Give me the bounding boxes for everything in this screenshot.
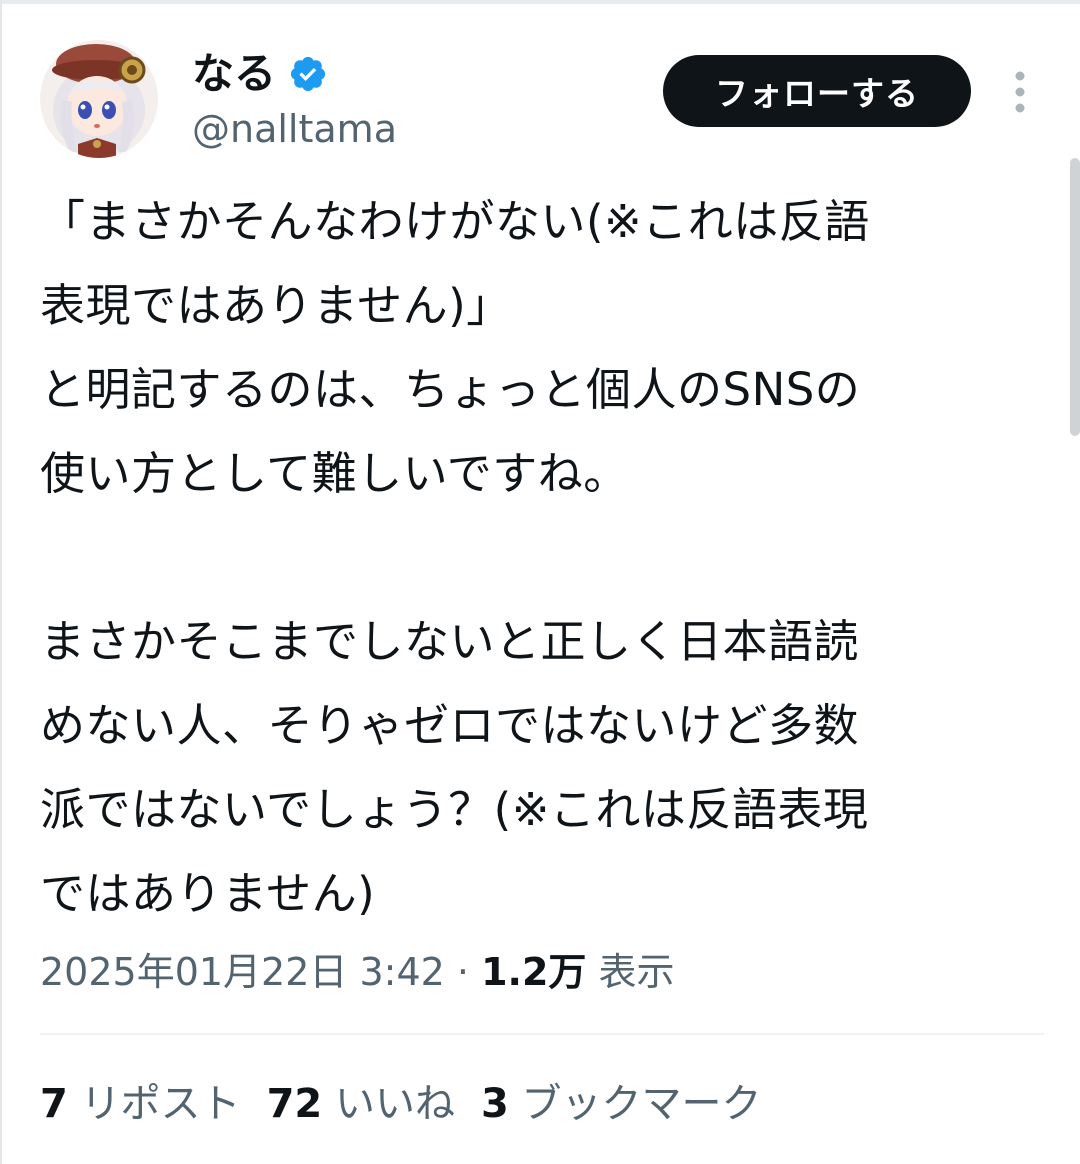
reposts-stat[interactable]: 7 リポスト [40, 1081, 241, 1127]
meta-separator: · [456, 950, 470, 994]
reposts-label: リポスト [80, 1081, 241, 1127]
likes-count: 72 [266, 1081, 323, 1127]
divider [40, 1033, 1044, 1035]
bookmarks-stat[interactable]: 3 ブックマーク [481, 1081, 762, 1127]
verified-badge-icon [290, 56, 326, 92]
more-options-icon[interactable] [1008, 70, 1032, 114]
author-handle[interactable]: @nalltama [192, 102, 397, 156]
reposts-count: 7 [40, 1081, 68, 1127]
top-border [0, 0, 1080, 4]
likes-label: いいね [334, 1081, 455, 1127]
author-display-name[interactable]: なる [192, 44, 276, 104]
avatar-illustration [40, 40, 158, 158]
follow-button[interactable]: フォローする [663, 55, 971, 127]
tweet-text: 「まさかそんなわけがない(※これは反語 表現ではありません)」 と明記するのは、… [40, 195, 870, 920]
engagement-stats: 7 リポスト 72 いいね 3 ブックマーク [40, 1076, 762, 1132]
views-label: 表示 [598, 950, 675, 994]
tweet-meta-row: 2025年01月22日 3:42 · 1.2万 表示 [40, 944, 675, 1000]
bookmarks-label: ブックマーク [521, 1081, 762, 1127]
left-border [0, 0, 2, 1164]
tweet-timestamp[interactable]: 2025年01月22日 3:42 [40, 950, 445, 994]
bookmarks-count: 3 [480, 1081, 509, 1127]
author-name-row[interactable]: なる [192, 44, 328, 104]
scrollbar-thumb[interactable] [1070, 158, 1080, 436]
views-count: 1.2万 [481, 950, 587, 994]
likes-stat[interactable]: 72 いいね [267, 1081, 455, 1127]
author-avatar[interactable] [40, 40, 158, 158]
